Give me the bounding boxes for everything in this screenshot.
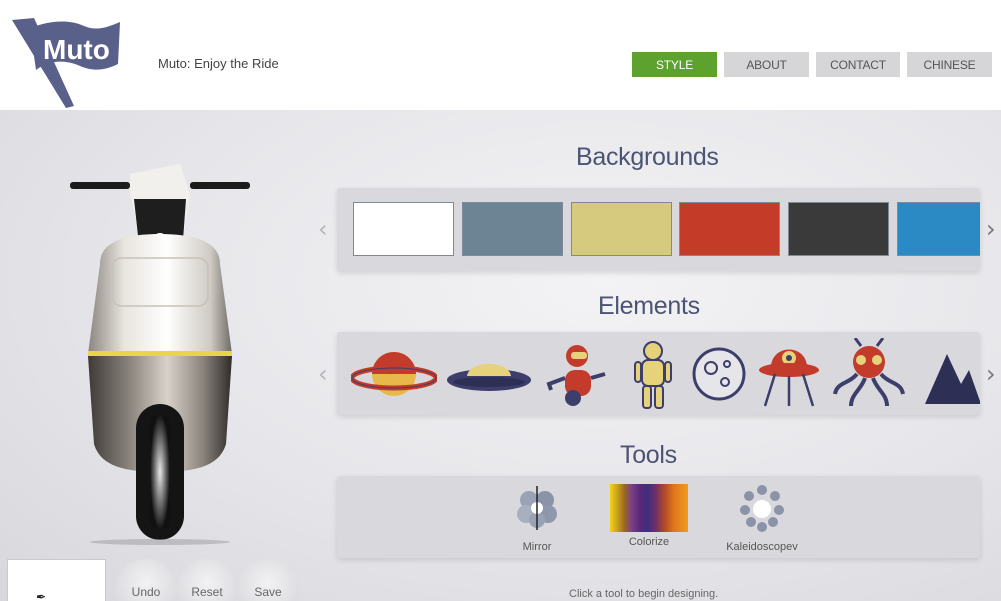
swatch-charcoal[interactable] [788,202,889,256]
swatch-blue[interactable] [897,202,980,256]
scooter-preview[interactable] [60,154,260,546]
colorize-label: Colorize [628,536,670,548]
swatch-khaki[interactable] [571,202,672,256]
hint-text: Click a tool to begin designing. [569,588,719,600]
elements-prev-arrow-icon[interactable]: ‹ [318,360,328,388]
undo-button[interactable]: Undo [115,559,177,601]
mountains-icon[interactable] [925,346,980,406]
backgrounds-title: Backgrounds [576,143,719,171]
ringed-planet-icon[interactable] [351,344,437,404]
moon-icon[interactable] [691,346,747,402]
robot-icon[interactable] [543,344,609,408]
mirror-label: Mirror [522,541,552,553]
kaleidoscope-label: Kaleidoscopev [726,541,798,553]
thumbnail-scooter-icon: ✒ [36,590,47,601]
design-area: ✒ Undo Reset Save Backgrounds ‹ › Elemen… [0,110,1001,601]
colorize-tool[interactable]: Colorize [607,484,691,548]
nav-about[interactable]: ABOUT [724,52,809,77]
tagline: Muto: Enjoy the Ride [158,56,279,71]
nav-chinese[interactable]: CHINESE [907,52,992,77]
astronaut-icon[interactable] [631,340,675,410]
nav-style[interactable]: STYLE [632,52,717,77]
swatch-red[interactable] [679,202,780,256]
svg-text:Muto: Muto [43,34,110,65]
kaleidoscope-tool[interactable]: Kaleidoscopev [722,484,802,553]
main-nav: STYLE ABOUT CONTACT CHINESE [632,52,992,77]
elements-carousel [337,332,980,415]
kaleidoscope-icon [740,485,784,532]
backgrounds-prev-arrow-icon[interactable]: ‹ [318,215,328,243]
backgrounds-next-arrow-icon[interactable]: › [986,215,996,243]
mirror-icon [517,486,557,530]
design-thumbnail[interactable]: ✒ [7,559,106,601]
elements-title: Elements [598,292,700,320]
backgrounds-carousel [337,188,980,271]
octopus-alien-icon[interactable] [831,338,907,410]
ufo-icon[interactable] [757,340,821,410]
swatch-white[interactable] [353,202,454,256]
reset-button[interactable]: Reset [176,559,238,601]
mirror-tool[interactable]: Mirror [507,484,567,553]
header: Muto Muto: Enjoy the Ride STYLE ABOUT CO… [0,0,1001,110]
nav-contact[interactable]: CONTACT [816,52,900,77]
swatch-slate[interactable] [462,202,563,256]
flying-saucer-icon[interactable] [447,350,531,398]
muto-logo[interactable]: Muto [6,12,126,108]
elements-next-arrow-icon[interactable]: › [986,360,996,388]
tools-title: Tools [620,441,677,469]
tools-panel: Mirror Colorize Kaleidoscopev [337,476,980,558]
save-button[interactable]: Save [237,559,299,601]
colorize-icon [610,484,688,532]
